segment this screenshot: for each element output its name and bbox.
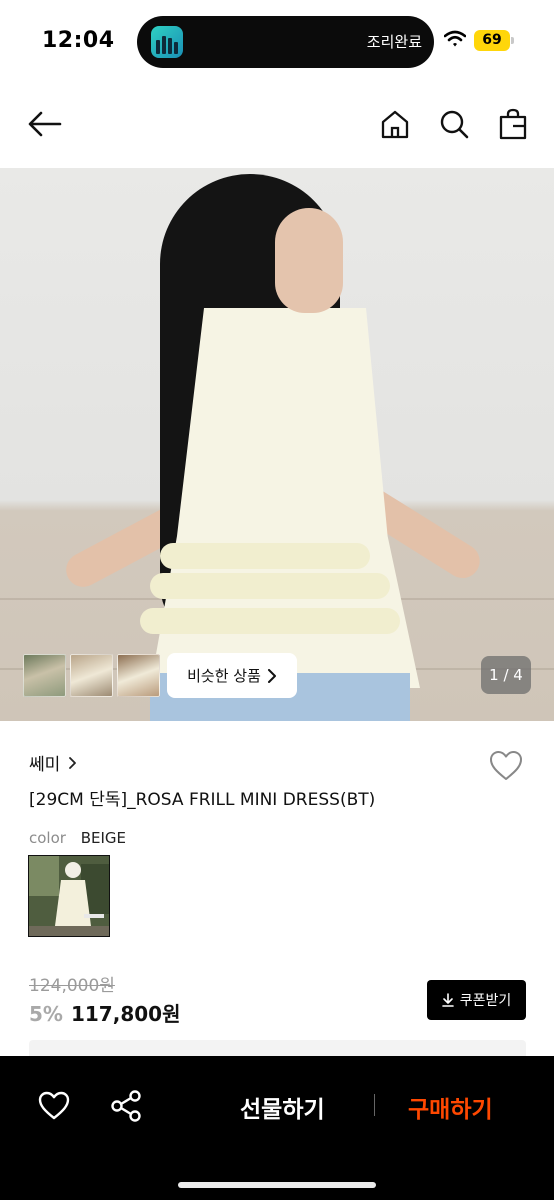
shopping-bag-icon [499, 108, 527, 140]
product-image-gallery[interactable] [0, 168, 554, 721]
dynamic-island[interactable]: 조리완료 [137, 16, 434, 68]
chevron-right-icon [69, 756, 77, 769]
buy-button[interactable]: 구매하기 [408, 1090, 493, 1124]
chevron-right-icon [267, 668, 276, 683]
status-time: 12:04 [42, 28, 115, 53]
price-row: 5% 117,800원 [29, 998, 180, 1027]
share-icon[interactable] [108, 1088, 144, 1124]
section-divider-strip [29, 1040, 526, 1056]
color-value: BEIGE [80, 829, 127, 847]
back-button[interactable] [27, 106, 63, 142]
gift-button[interactable]: 선물하기 [240, 1090, 325, 1124]
bottom-action-bar: 선물하기 구매하기 [0, 1056, 554, 1200]
model-face [275, 208, 343, 313]
coupon-download-button[interactable]: 쿠폰받기 [427, 980, 526, 1020]
original-price: 124,000원 [29, 976, 115, 996]
island-status-text: 조리완료 [366, 33, 422, 51]
back-arrow-icon [28, 111, 62, 137]
app-activity-icon [151, 26, 183, 58]
coupon-label: 쿠폰받기 [459, 993, 512, 1009]
dress-ruffle [150, 573, 390, 599]
brand-link[interactable]: 쎄미 [29, 750, 77, 775]
download-icon [441, 993, 454, 1007]
gallery-thumbnail[interactable] [70, 654, 113, 697]
sale-price: 117,800원 [70, 1002, 181, 1026]
shopping-bag-button[interactable] [495, 106, 531, 142]
discount-rate: 5% [29, 1002, 63, 1026]
product-title: [29CM 단독]_ROSA FRILL MINI DRESS(BT) [29, 790, 376, 810]
wishlist-heart-icon[interactable] [488, 748, 524, 784]
search-button[interactable] [436, 106, 472, 142]
gallery-thumbnail[interactable] [23, 654, 66, 697]
search-icon [440, 110, 469, 139]
dress-ruffle [140, 608, 400, 634]
top-navigation [0, 96, 554, 156]
heart-icon[interactable] [36, 1088, 72, 1124]
home-icon [381, 110, 409, 139]
color-swatch-beige[interactable] [28, 855, 110, 937]
battery-icon: 69 [474, 30, 510, 51]
button-divider [374, 1094, 375, 1116]
home-button[interactable] [377, 106, 413, 142]
status-bar: 12:04 조리완료 69 [0, 0, 554, 84]
wifi-icon [444, 30, 466, 47]
dress-ruffle [160, 543, 370, 569]
battery-tip [511, 37, 514, 44]
brand-name: 쎄미 [29, 755, 61, 775]
color-option-row: color BEIGE [29, 829, 126, 847]
home-indicator[interactable] [178, 1182, 376, 1188]
gallery-thumbnail[interactable] [117, 654, 160, 697]
similar-products-label: 비슷한 상품 [187, 667, 261, 685]
gallery-thumbnails [23, 654, 160, 697]
similar-products-button[interactable]: 비슷한 상품 [167, 653, 297, 698]
swatch-image [29, 856, 109, 936]
color-label: color [29, 829, 66, 847]
gallery-page-counter: 1 / 4 [481, 656, 531, 694]
